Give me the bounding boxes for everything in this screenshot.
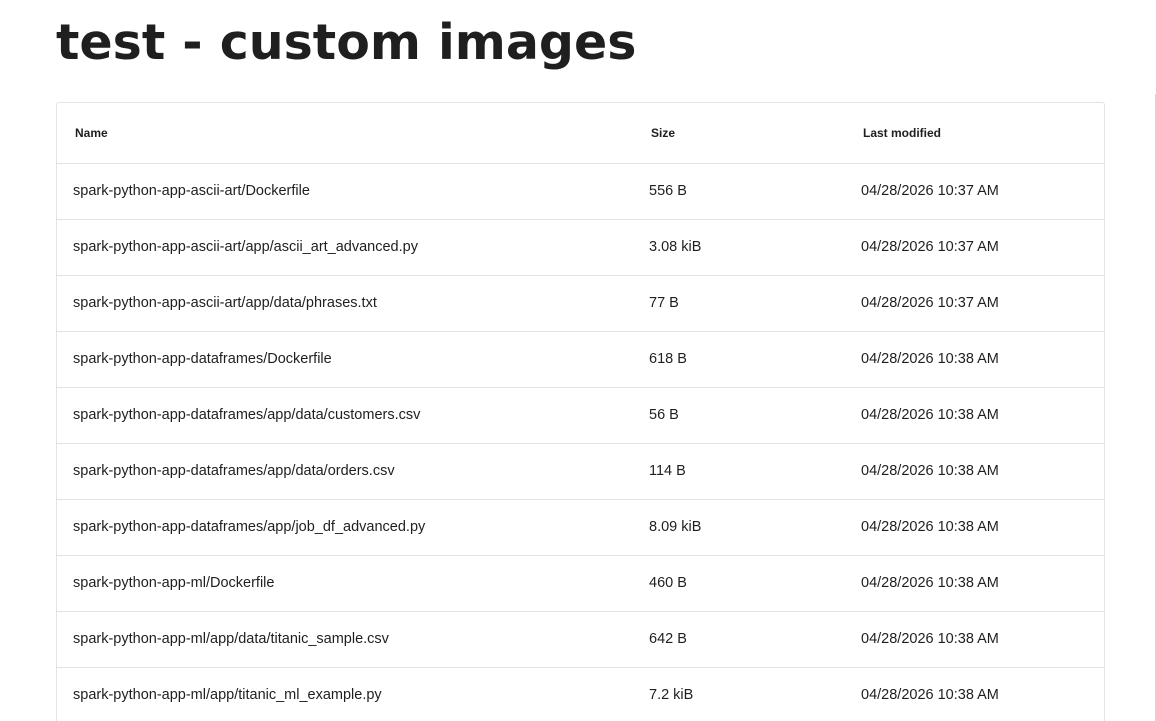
table-row[interactable]: spark-python-app-ascii-art/app/ascii_art…	[57, 219, 1104, 276]
table-row[interactable]: spark-python-app-dataframes/Dockerfile 6…	[57, 331, 1104, 388]
file-name[interactable]: spark-python-app-dataframes/app/data/cus…	[57, 387, 633, 444]
column-header-size[interactable]: Size	[633, 103, 843, 164]
file-size: 8.09 kiB	[633, 499, 843, 556]
table-row[interactable]: spark-python-app-ml/Dockerfile 460 B 04/…	[57, 555, 1104, 612]
file-table-card: Name Size Last modified spark-python-app…	[56, 102, 1105, 721]
file-name[interactable]: spark-python-app-ml/app/data/titanic_sam…	[57, 611, 633, 668]
file-last-modified: 04/28/2026 10:38 AM	[843, 387, 1104, 444]
file-name[interactable]: spark-python-app-ml/app/titanic_ml_examp…	[57, 667, 633, 721]
file-last-modified: 04/28/2026 10:37 AM	[843, 275, 1104, 332]
file-table: Name Size Last modified spark-python-app…	[57, 103, 1104, 721]
file-size: 460 B	[633, 555, 843, 612]
file-last-modified: 04/28/2026 10:38 AM	[843, 499, 1104, 556]
file-size: 114 B	[633, 443, 843, 500]
file-name[interactable]: spark-python-app-ascii-art/app/data/phra…	[57, 275, 633, 332]
file-name[interactable]: spark-python-app-dataframes/Dockerfile	[57, 331, 633, 388]
table-row[interactable]: spark-python-app-ml/app/titanic_ml_examp…	[57, 667, 1104, 721]
header-row: Name Size Last modified	[57, 103, 1104, 164]
file-size: 77 B	[633, 275, 843, 332]
file-last-modified: 04/28/2026 10:37 AM	[843, 163, 1104, 220]
table-row[interactable]: spark-python-app-dataframes/app/data/cus…	[57, 387, 1104, 444]
table-row[interactable]: spark-python-app-ml/app/data/titanic_sam…	[57, 611, 1104, 668]
table-row[interactable]: spark-python-app-dataframes/app/job_df_a…	[57, 499, 1104, 556]
column-header-name[interactable]: Name	[57, 103, 633, 164]
table-row[interactable]: spark-python-app-dataframes/app/data/ord…	[57, 443, 1104, 500]
file-size: 556 B	[633, 163, 843, 220]
file-size: 642 B	[633, 611, 843, 668]
page-title: test - custom images	[56, 14, 637, 71]
file-size: 7.2 kiB	[649, 687, 694, 704]
file-size: 56 B	[633, 387, 843, 444]
file-last-modified: 04/28/2026 10:38 AM	[861, 687, 999, 704]
file-last-modified: 04/28/2026 10:38 AM	[843, 611, 1104, 668]
file-name[interactable]: spark-python-app-ml/Dockerfile	[57, 555, 633, 612]
file-size: 618 B	[633, 331, 843, 388]
file-name[interactable]: spark-python-app-ascii-art/app/ascii_art…	[57, 219, 633, 276]
file-last-modified: 04/28/2026 10:37 AM	[843, 219, 1104, 276]
file-size: 3.08 kiB	[633, 219, 843, 276]
file-table-header: Name Size Last modified	[57, 103, 1104, 164]
file-last-modified: 04/28/2026 10:38 AM	[843, 555, 1104, 612]
file-last-modified: 04/28/2026 10:38 AM	[843, 331, 1104, 388]
file-name[interactable]: spark-python-app-ascii-art/Dockerfile	[57, 163, 633, 220]
file-name[interactable]: spark-python-app-dataframes/app/data/ord…	[57, 443, 633, 500]
file-name[interactable]: spark-python-app-dataframes/app/job_df_a…	[57, 499, 633, 556]
column-header-last-modified[interactable]: Last modified	[843, 103, 1104, 164]
table-row[interactable]: spark-python-app-ascii-art/app/data/phra…	[57, 275, 1104, 332]
file-table-body: spark-python-app-ascii-art/Dockerfile 55…	[57, 163, 1104, 721]
table-row[interactable]: spark-python-app-ascii-art/Dockerfile 55…	[57, 163, 1104, 220]
page: test - custom images Name Size Last modi…	[0, 0, 1156, 721]
file-last-modified: 04/28/2026 10:38 AM	[843, 443, 1104, 500]
